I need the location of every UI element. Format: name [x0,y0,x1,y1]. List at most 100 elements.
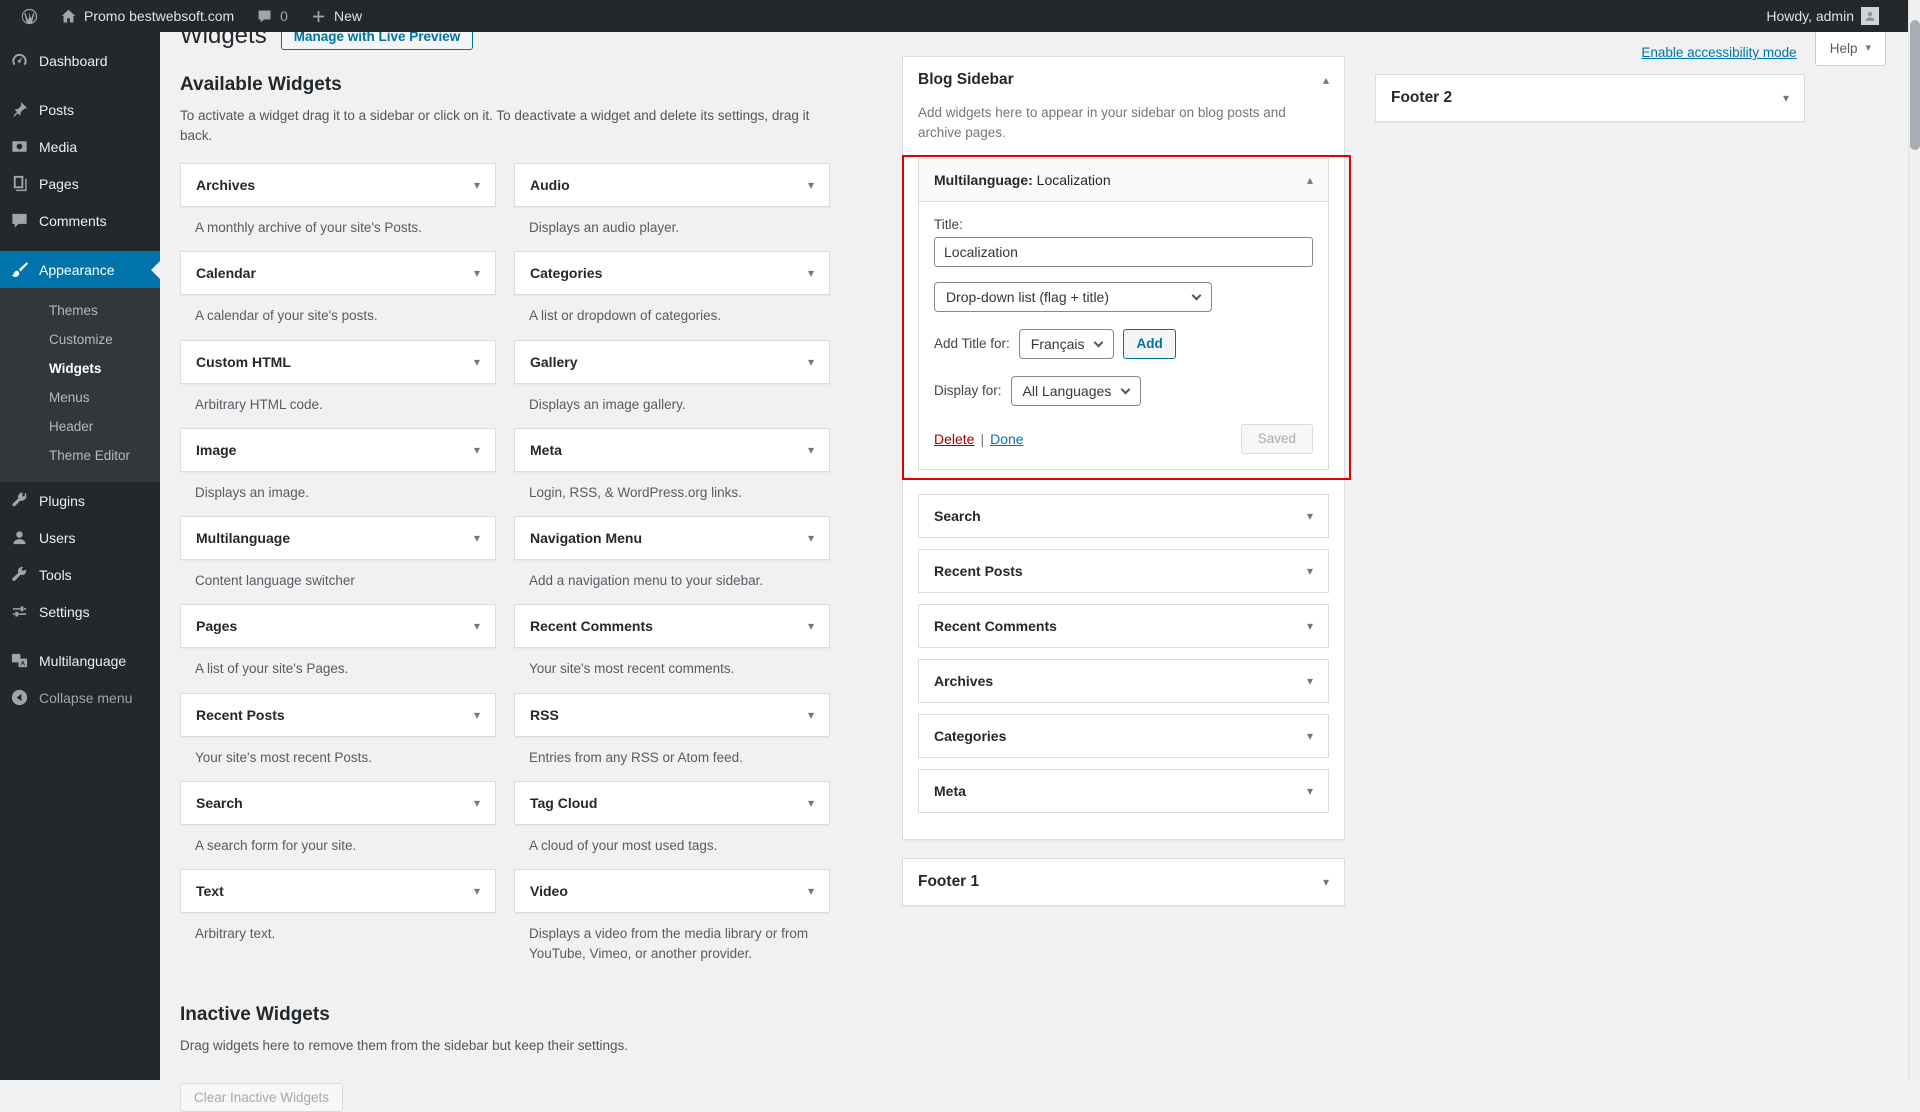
language-select[interactable]: Français [1019,329,1115,359]
available-widget-card[interactable]: Video ▾ [514,869,830,913]
sidebar-item-posts[interactable]: Posts [0,91,160,128]
widget-description: Add a navigation menu to your sidebar. [529,571,830,591]
chevron-down-icon[interactable]: ▾ [808,532,814,544]
available-widget-card[interactable]: Tag Cloud ▾ [514,781,830,825]
blog-sidebar-header[interactable]: Blog Sidebar ▴ [903,57,1344,103]
chevron-down-icon[interactable]: ▾ [1307,510,1313,522]
scrollbar-thumb[interactable] [1910,20,1920,150]
available-widget-card[interactable]: Search ▾ [180,781,496,825]
sidebar-item-appearance[interactable]: Appearance [0,251,160,288]
sidebar-item-pages[interactable]: Pages [0,165,160,202]
sidebar-widget-card[interactable]: Meta ▾ [918,769,1329,813]
sidebar-item-media[interactable]: Media [0,128,160,165]
chevron-down-icon[interactable]: ▾ [1323,876,1329,888]
display-for-label: Display for: [934,383,1002,398]
chevron-down-icon[interactable]: ▾ [474,797,480,809]
sidebar-item-multilanguage[interactable]: A Multilanguage [0,642,160,679]
sidebar-item-comments[interactable]: Comments [0,202,160,239]
widget-title-input[interactable] [934,237,1313,267]
available-widget-card[interactable]: Text ▾ [180,869,496,913]
chevron-down-icon[interactable]: ▾ [808,709,814,721]
help-tab[interactable]: Help ▾ [1815,32,1886,66]
site-name: Promo bestwebsoft.com [84,8,234,24]
sidebar-widget-card[interactable]: Archives ▾ [918,659,1329,703]
chevron-down-icon[interactable]: ▾ [474,267,480,279]
chevron-down-icon[interactable]: ▾ [474,532,480,544]
submenu-item-theme-editor[interactable]: Theme Editor [0,441,160,470]
chevron-up-icon[interactable]: ▴ [1323,74,1329,86]
site-menu-item[interactable]: Promo bestwebsoft.com [49,0,245,32]
widget-name: Search [934,508,981,524]
clear-inactive-widgets-button[interactable]: Clear Inactive Widgets [180,1083,343,1112]
chevron-down-icon[interactable]: ▾ [474,356,480,368]
chevron-down-icon[interactable]: ▾ [474,620,480,632]
multilanguage-widget-header[interactable]: Multilanguage: Localization ▴ [919,159,1328,202]
new-menu-item[interactable]: New [299,0,373,32]
chevron-down-icon[interactable]: ▾ [1307,620,1313,632]
available-widget-card[interactable]: Gallery ▾ [514,340,830,384]
sidebar-item-users[interactable]: Users [0,519,160,556]
display-for-select[interactable]: All Languages [1011,376,1142,406]
saved-button[interactable]: Saved [1241,424,1313,454]
footer2-panel: Footer 2 ▾ [1375,74,1805,122]
chevron-down-icon[interactable]: ▾ [1307,675,1313,687]
chevron-down-icon[interactable]: ▾ [474,709,480,721]
available-widget-card[interactable]: Image ▾ [180,428,496,472]
available-widget-card[interactable]: Custom HTML ▾ [180,340,496,384]
delete-link[interactable]: Delete [934,431,974,447]
chevron-down-icon[interactable]: ▾ [1783,92,1789,104]
comments-menu-item[interactable]: 0 [245,0,299,32]
done-link[interactable]: Done [990,431,1023,447]
chevron-down-icon[interactable]: ▾ [808,444,814,456]
submenu-item-widgets[interactable]: Widgets [0,354,160,383]
chevron-down-icon[interactable]: ▾ [474,444,480,456]
available-widget-card[interactable]: Categories ▾ [514,251,830,295]
available-widget-card[interactable]: RSS ▾ [514,693,830,737]
enable-accessibility-link[interactable]: Enable accessibility mode [1641,45,1796,60]
available-widget-card[interactable]: Pages ▾ [180,604,496,648]
sidebar-widget-card[interactable]: Recent Posts ▾ [918,549,1329,593]
available-widget-card[interactable]: Recent Posts ▾ [180,693,496,737]
sidebar-widget-card[interactable]: Categories ▾ [918,714,1329,758]
submenu-item-customize[interactable]: Customize [0,325,160,354]
chevron-down-icon[interactable]: ▾ [808,179,814,191]
chevron-down-icon[interactable]: ▾ [808,356,814,368]
sidebar-item-plugins[interactable]: Plugins [0,482,160,519]
chevron-down-icon[interactable]: ▾ [474,179,480,191]
plus-icon [310,8,327,25]
chevron-down-icon[interactable]: ▾ [474,885,480,897]
available-widget-card[interactable]: Multilanguage ▾ [180,516,496,560]
howdy-menu-item[interactable]: Howdy, admin [1755,0,1890,32]
available-widget-card[interactable]: Meta ▾ [514,428,830,472]
chevron-down-icon[interactable]: ▾ [808,620,814,632]
chevron-down-icon[interactable]: ▾ [808,797,814,809]
footer2-header[interactable]: Footer 2 ▾ [1376,75,1804,121]
sidebar-item-tools[interactable]: Tools [0,556,160,593]
sidebar-item-collapse-menu[interactable]: Collapse menu [0,679,160,716]
available-widget-card[interactable]: Audio ▾ [514,163,830,207]
chevron-down-icon[interactable]: ▾ [808,885,814,897]
chevron-down-icon[interactable]: ▾ [1307,565,1313,577]
footer1-panel: Footer 1 ▾ [902,858,1345,906]
wordpress-logo-icon[interactable] [10,0,49,32]
chevron-down-icon[interactable]: ▾ [808,267,814,279]
available-widget-card[interactable]: Calendar ▾ [180,251,496,295]
submenu-item-menus[interactable]: Menus [0,383,160,412]
widget-name: Meta [934,783,966,799]
add-button[interactable]: Add [1123,329,1175,359]
available-widget-card[interactable]: Recent Comments ▾ [514,604,830,648]
chevron-down-icon[interactable]: ▾ [1307,785,1313,797]
vertical-scrollbar[interactable] [1908,0,1920,1080]
sidebar-widget-card[interactable]: Search ▾ [918,494,1329,538]
available-widget-card[interactable]: Navigation Menu ▾ [514,516,830,560]
chevron-up-icon[interactable]: ▴ [1307,174,1313,186]
available-widget-card[interactable]: Archives ▾ [180,163,496,207]
display-type-select[interactable]: Drop-down list (flag + title) [934,282,1212,312]
sidebar-item-dashboard[interactable]: Dashboard [0,42,160,79]
sidebar-widget-card[interactable]: Recent Comments ▾ [918,604,1329,648]
submenu-item-header[interactable]: Header [0,412,160,441]
footer1-header[interactable]: Footer 1 ▾ [903,859,1344,905]
sidebar-item-settings[interactable]: Settings [0,593,160,630]
submenu-item-themes[interactable]: Themes [0,296,160,325]
chevron-down-icon[interactable]: ▾ [1307,730,1313,742]
